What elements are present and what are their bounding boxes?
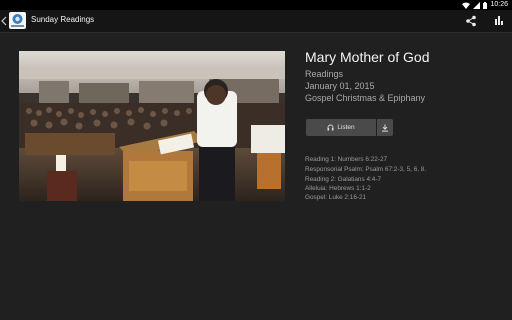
signal-icon <box>473 1 481 9</box>
download-button[interactable] <box>377 119 393 136</box>
listen-label: Listen <box>337 124 355 131</box>
download-icon <box>382 124 388 132</box>
status-bar: 10:26 <box>0 0 512 10</box>
reading-title: Mary Mother of God <box>305 49 430 65</box>
battery-icon <box>483 1 488 9</box>
action-bar: Sunday Readings <box>0 10 512 33</box>
back-chevron-icon[interactable] <box>1 16 7 26</box>
reading-item-2: Responsorial Psalm: Psalm 67:2-3, 5, 6, … <box>305 166 427 173</box>
headphones-icon <box>327 124 334 131</box>
reading-photo <box>19 51 285 201</box>
app-logo[interactable] <box>9 12 26 29</box>
listen-button[interactable]: Listen <box>306 119 376 136</box>
reading-item-5: Gospel: Luke 2:16-21 <box>305 194 367 201</box>
reading-item-3: Reading 2: Galatians 4:4-7 <box>305 176 382 183</box>
reading-category: Readings <box>305 69 344 79</box>
share-icon[interactable] <box>465 15 477 27</box>
app-logo-icon <box>11 14 24 27</box>
church-scene-image <box>19 51 285 201</box>
reading-item-4: Alleluia: Hebrews 1:1-2 <box>305 185 371 192</box>
reading-date: January 01, 2015 <box>305 81 375 91</box>
reading-item-1: Reading 1: Numbers 6:22-27 <box>305 156 388 163</box>
wifi-icon <box>462 2 471 9</box>
stats-icon[interactable] <box>494 15 504 25</box>
reading-season: Gospel Christmas & Epiphany <box>305 93 426 103</box>
app-title: Sunday Readings <box>31 15 95 24</box>
status-time: 10:26 <box>490 1 508 8</box>
